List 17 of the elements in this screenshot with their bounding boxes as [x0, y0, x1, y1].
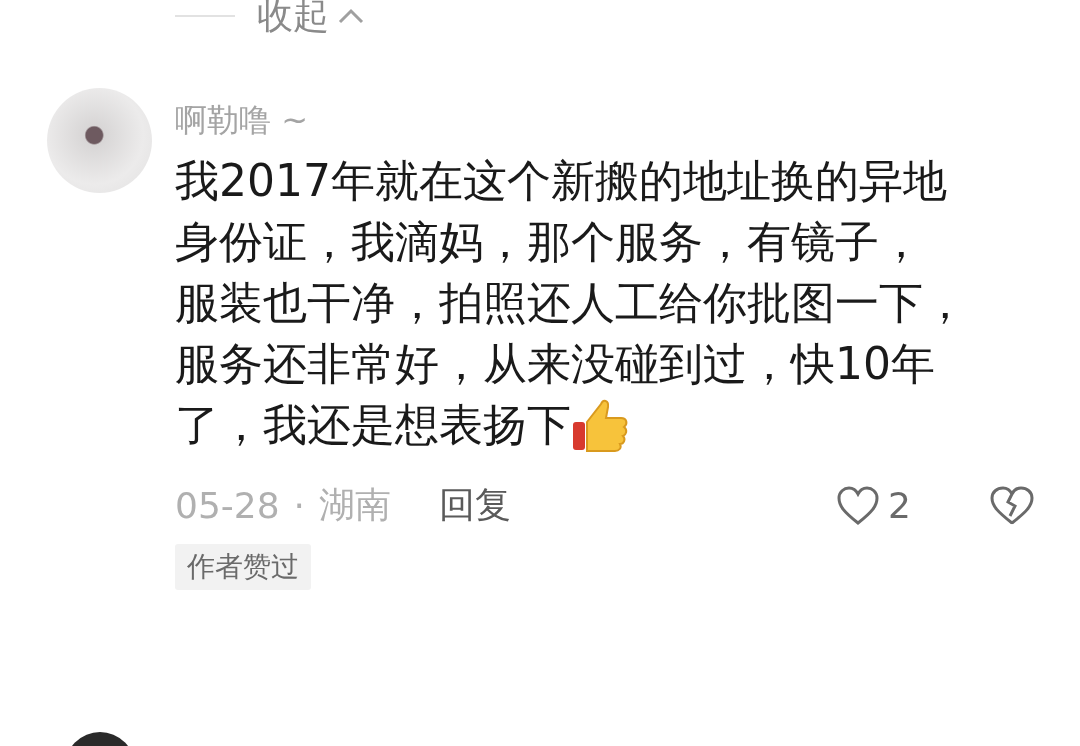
comment-text-line: 我2017年就在这个新搬的地址换的异地: [175, 154, 947, 208]
like-button[interactable]: [836, 485, 881, 526]
heart-icon: [836, 485, 881, 526]
comment-text-line: 身份证，我滴妈，那个服务，有镜子，: [175, 215, 923, 269]
like-count: 2: [888, 485, 911, 526]
comment-text-line: 了，我还是想表扬下: [175, 398, 571, 452]
separator-dot: ·: [293, 485, 306, 526]
comment-text-line: 服务还非常好，从来没碰到过，快10年: [175, 337, 935, 391]
comment-text-line: 服装也干净，拍照还人工给你批图一下，: [175, 276, 967, 330]
author-liked-tag: 作者赞过: [175, 544, 311, 590]
comment-date: 05-28: [175, 485, 280, 526]
dislike-button[interactable]: [989, 485, 1035, 526]
username[interactable]: 啊勒噜 ~: [175, 98, 1080, 142]
reply-button[interactable]: 回复: [439, 481, 512, 530]
broken-heart-icon: [989, 485, 1035, 526]
comment-location: 湖南: [319, 483, 392, 527]
chevron-up-icon: [337, 7, 365, 25]
